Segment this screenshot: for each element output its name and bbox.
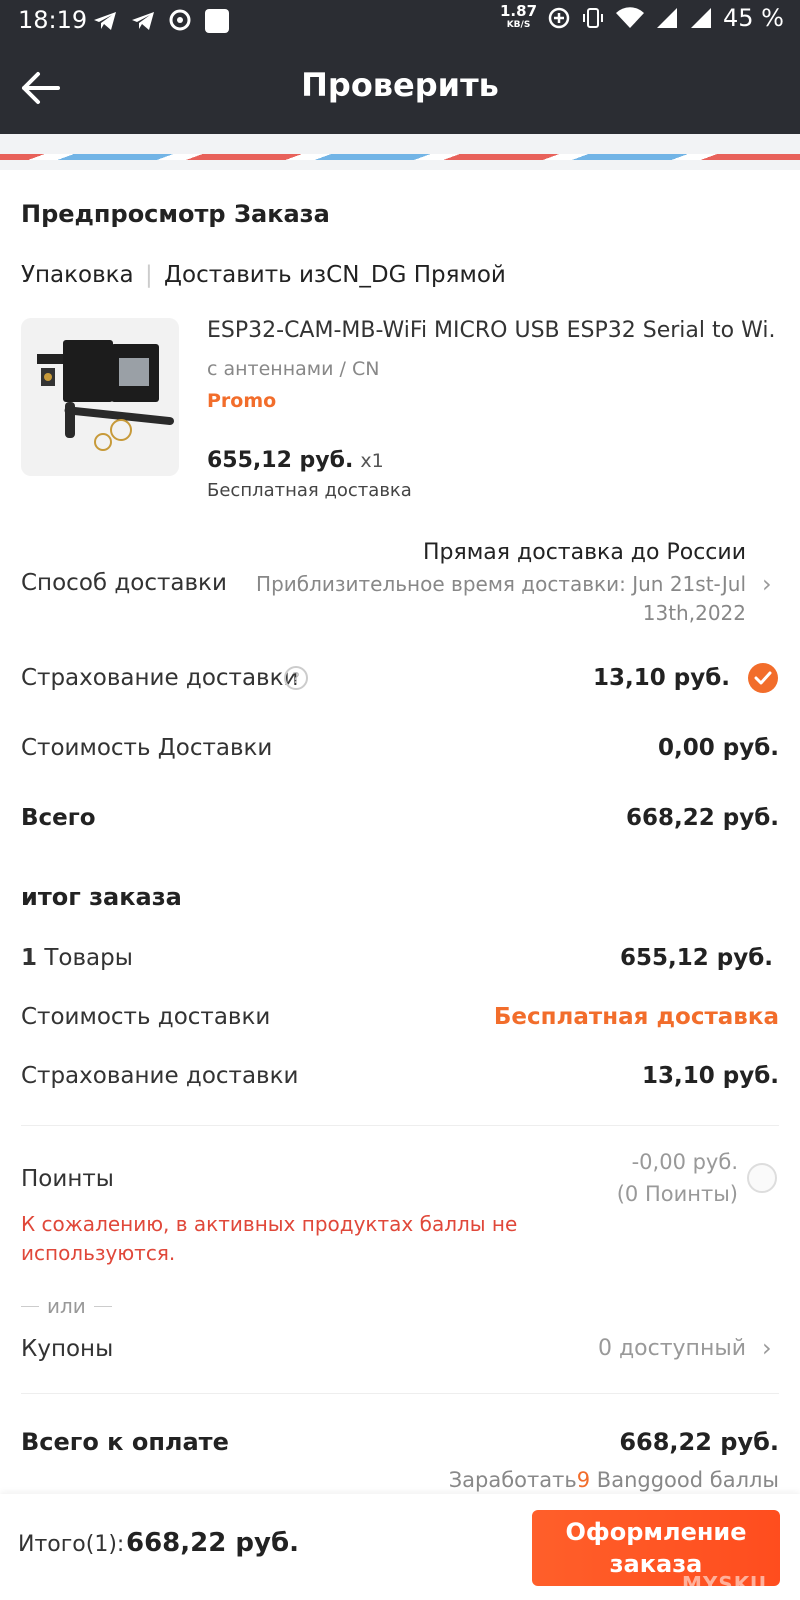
product-price-row: 655,12 руб. x1 [207, 448, 384, 473]
signal-icon [691, 8, 712, 28]
notification-square-icon [205, 9, 229, 33]
earn-suffix: Banggood баллы [596, 1468, 779, 1492]
telegram-icon [132, 12, 154, 30]
product-qty: x1 [360, 450, 384, 472]
packaging-row: Упаковка | Доставить изCN_DG Прямой [21, 262, 506, 288]
earn-prefix: Заработать [448, 1468, 577, 1492]
data-saver-icon [548, 7, 570, 29]
wifi-icon [616, 7, 645, 29]
insurance-checkbox[interactable] [748, 663, 778, 693]
page-title: Проверить [301, 66, 499, 104]
shipping-method-value[interactable]: Прямая доставка до России [246, 540, 746, 565]
product-name[interactable]: ESP32-CAM-MB-WiFi MICRO USB ESP32 Serial… [207, 318, 777, 343]
notification-icons [92, 8, 230, 34]
network-speed: 1.87 KB/S [500, 2, 538, 31]
points-count: (0 Поинты) [616, 1182, 738, 1206]
shipping-eta: Приблизительное время доставки: Jun 21st… [256, 572, 746, 596]
summary-insurance-label: Страхование доставки [21, 1063, 299, 1089]
airmail-border [0, 154, 800, 160]
vibrate-icon [583, 8, 604, 28]
points-warning-line2: используются. [21, 1241, 176, 1265]
shipping-cost-label: Стоимость Доставки [21, 735, 273, 761]
summary-insurance-value: 13,10 руб. [641, 1063, 779, 1089]
check-icon [754, 671, 772, 685]
items-count: 1 [21, 945, 38, 971]
shipping-cost-value: 0,00 руб. [657, 735, 779, 761]
esp32-board-icon [37, 340, 175, 451]
status-time: 18:19 [18, 6, 88, 34]
battery-level: 45 % [723, 4, 784, 32]
product-shipping-note: Бесплатная доставка [207, 480, 412, 501]
or-line-left [21, 1305, 39, 1307]
or-line-right [93, 1305, 112, 1307]
coupons-value[interactable]: 0 доступный [500, 1336, 746, 1361]
promo-badge: Promo [207, 390, 277, 412]
points-value: -0,00 руб. [631, 1150, 738, 1174]
signal-icon [657, 8, 678, 28]
chat-icon [169, 9, 191, 31]
watermark: MYSKU [682, 1572, 768, 1596]
summary-shipping-label: Стоимость доставки [21, 1004, 271, 1030]
items-label: Товары [44, 945, 133, 971]
insurance-value: 13,10 руб. [592, 665, 730, 691]
total-value: 668,22 руб. [625, 805, 779, 831]
divider [21, 1393, 779, 1394]
chevron-right-icon[interactable]: › [762, 1334, 772, 1362]
checkout-label-line1: Оформление [565, 1518, 747, 1546]
product-variant: с антеннами / CN [207, 358, 380, 380]
telegram-icon [94, 12, 116, 30]
grand-total-label: Всего к оплате [21, 1428, 229, 1456]
total-label: Всего [21, 805, 96, 831]
summary-shipping-value: Бесплатная доставка [493, 1004, 779, 1030]
system-icons: 1.87 KB/S 45 % [500, 2, 784, 33]
items-row: 1 Товары [21, 945, 133, 971]
help-icon[interactable]: ? [284, 666, 308, 690]
packaging-label: Упаковка [21, 262, 134, 288]
earn-points-row: Заработать9 Banggood баллы [380, 1468, 779, 1492]
status-bar: 18:19 1.87 KB/S 45 % [0, 0, 800, 44]
order-preview-title: Предпросмотр Заказа [21, 200, 330, 228]
points-radio[interactable] [747, 1163, 777, 1193]
app-header: Проверить [0, 44, 800, 134]
order-summary-title: итог заказа [21, 883, 182, 911]
coupons-label: Купоны [21, 1336, 114, 1362]
grand-total-value: 668,22 руб. [619, 1428, 779, 1456]
subtotal-label: Итого(1): [18, 1532, 125, 1557]
or-label: или [47, 1294, 86, 1318]
divider [21, 1125, 779, 1126]
shipping-method-label: Способ доставки [21, 570, 227, 596]
product-price: 655,12 руб. [207, 448, 354, 473]
or-separator: или [21, 1294, 112, 1318]
subtotal-value: 668,22 руб. [126, 1528, 299, 1558]
insurance-label: Страхование доставки [21, 665, 299, 691]
airmail-background [0, 134, 800, 170]
earn-points: 9 [576, 1468, 591, 1492]
shipping-eta-line2: 13th,2022 [642, 601, 746, 625]
items-value: 655,12 руб. [619, 945, 773, 971]
chevron-right-icon[interactable]: › [762, 570, 772, 598]
ship-from: Доставить изCN_DG Прямой [164, 262, 506, 288]
points-warning: К сожалению, в активных продуктах баллы … [21, 1212, 518, 1236]
product-image[interactable] [21, 318, 179, 476]
separator: | [144, 262, 153, 288]
points-label: Поинты [21, 1166, 114, 1192]
